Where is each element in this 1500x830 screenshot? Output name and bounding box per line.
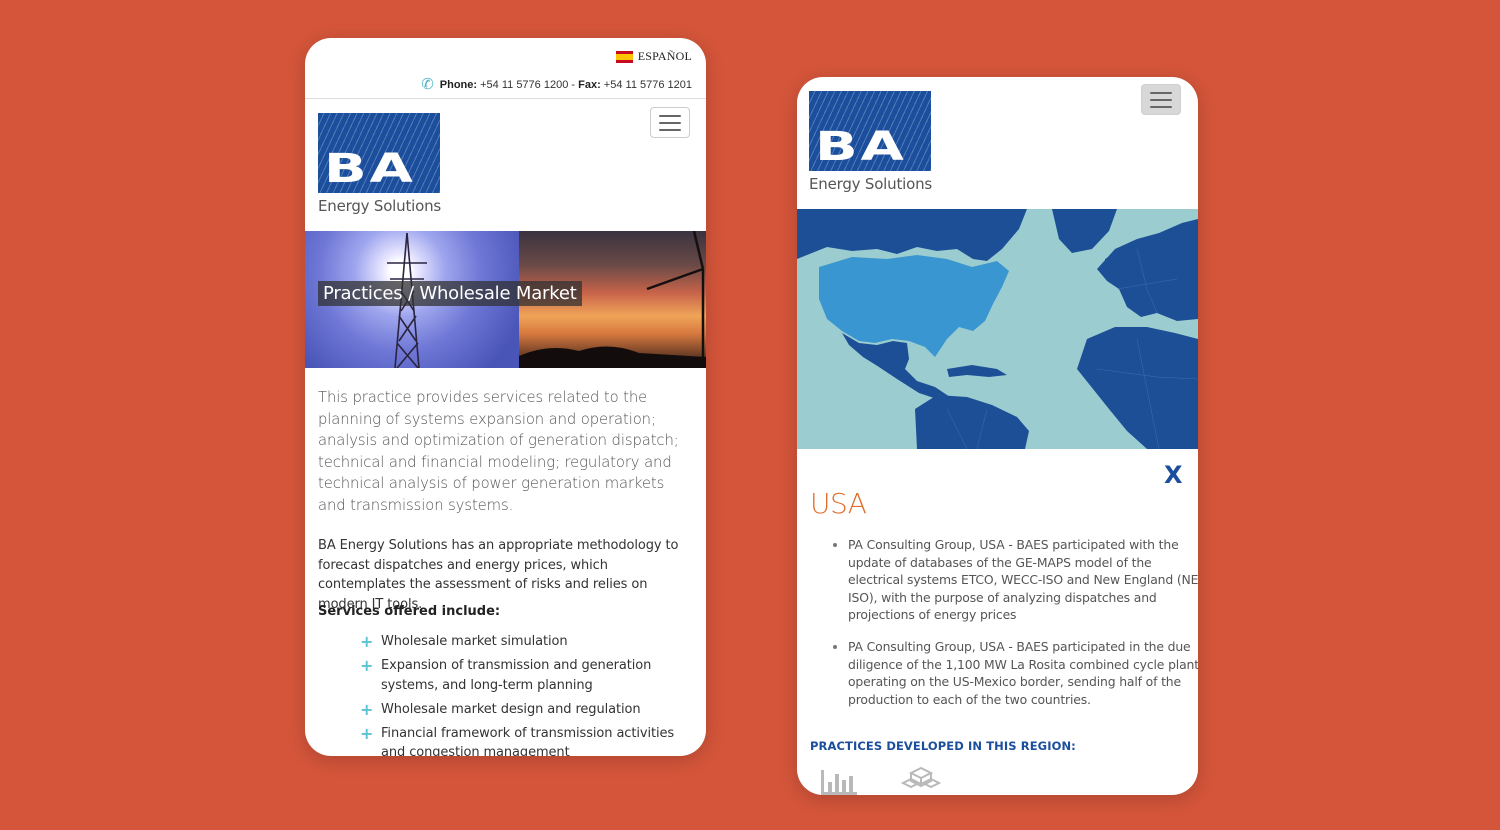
region-map[interactable] bbox=[797, 209, 1198, 449]
logo-subtitle: Energy Solutions bbox=[318, 197, 442, 215]
logo[interactable]: BA Energy Solutions bbox=[809, 91, 932, 193]
close-button[interactable]: X bbox=[1164, 461, 1183, 489]
plus-icon: + bbox=[360, 699, 374, 719]
bar-chart-icon[interactable] bbox=[819, 766, 859, 795]
list-item: + Expansion of transmission and generatio… bbox=[360, 656, 652, 693]
list-item: + Financial framework of transmission act… bbox=[360, 723, 675, 757]
list-item: PA Consulting Group, USA - BAES particip… bbox=[848, 536, 1198, 624]
spain-flag-icon bbox=[615, 50, 633, 63]
plus-icon: + bbox=[360, 632, 374, 651]
hero-banner: Practices / Wholesale Market bbox=[305, 231, 706, 368]
map-canada bbox=[797, 209, 1027, 261]
plus-icon: + bbox=[360, 723, 374, 743]
logo-mark: BA bbox=[318, 113, 440, 193]
phone-screen-practice: ESPAÑOL ✆ Phone: +54 11 5776 1200 - Fax:… bbox=[305, 38, 706, 756]
menu-toggle-button[interactable] bbox=[1141, 84, 1181, 115]
map-south-america bbox=[915, 395, 1029, 449]
hamburger-icon-line bbox=[659, 114, 681, 117]
logo-subtitle: Energy Solutions bbox=[809, 175, 933, 193]
hamburger-icon-line bbox=[659, 121, 681, 124]
projects-list: PA Consulting Group, USA - BAES particip… bbox=[828, 536, 1198, 722]
language-label: ESPAÑOL bbox=[637, 49, 692, 63]
practice-icons bbox=[819, 766, 941, 795]
practices-heading: PRACTICES DEVELOPED IN THIS REGION: bbox=[810, 739, 1076, 753]
list-item: + Wholesale market simulation bbox=[360, 632, 568, 651]
map-caribbean bbox=[947, 365, 1007, 377]
list-item: PA Consulting Group, USA - BAES particip… bbox=[848, 638, 1198, 708]
phone-label: Phone: bbox=[439, 78, 478, 91]
map-greenland bbox=[1052, 209, 1117, 253]
logo-letters: BA bbox=[815, 124, 907, 170]
services-heading: Services offered include: bbox=[318, 604, 501, 619]
fax-label: Fax: bbox=[578, 78, 601, 91]
logo[interactable]: BA Energy Solutions bbox=[318, 113, 441, 215]
logo-letters: BA bbox=[324, 146, 416, 192]
phone-icon: ✆ bbox=[421, 76, 434, 93]
region-title: USA bbox=[810, 487, 867, 520]
methodology-paragraph: BA Energy Solutions has an appropriate m… bbox=[318, 538, 679, 612]
list-item: + Wholesale market design and regulation bbox=[360, 699, 641, 719]
language-switch[interactable]: ESPAÑOL bbox=[615, 49, 692, 64]
services-list: + Wholesale market simulation + Expansion … bbox=[360, 632, 690, 756]
contact-info: ✆ Phone: +54 11 5776 1200 - Fax: +54 11 … bbox=[421, 77, 692, 92]
cubes-icon[interactable] bbox=[901, 766, 941, 795]
intro-paragraph: This practice provides services related … bbox=[318, 389, 679, 514]
phone-screen-region: BA Energy Solutions X USA • PA Consultin… bbox=[797, 77, 1198, 795]
hamburger-icon-line bbox=[1150, 98, 1172, 101]
plus-icon: + bbox=[360, 656, 374, 675]
phone-number[interactable]: +54 11 5776 1200 - bbox=[480, 79, 575, 91]
hamburger-icon-line bbox=[1150, 91, 1172, 94]
fax-number: +54 11 5776 1201 bbox=[603, 78, 692, 91]
map-africa bbox=[1077, 327, 1198, 449]
hamburger-icon-line bbox=[659, 128, 681, 131]
header-divider bbox=[305, 98, 706, 99]
menu-toggle-button[interactable] bbox=[650, 107, 690, 138]
hamburger-icon-line bbox=[1150, 105, 1172, 108]
world-map-icon bbox=[797, 209, 1198, 449]
logo-mark: BA bbox=[809, 91, 931, 171]
page-title: Practices / Wholesale Market bbox=[318, 281, 582, 306]
